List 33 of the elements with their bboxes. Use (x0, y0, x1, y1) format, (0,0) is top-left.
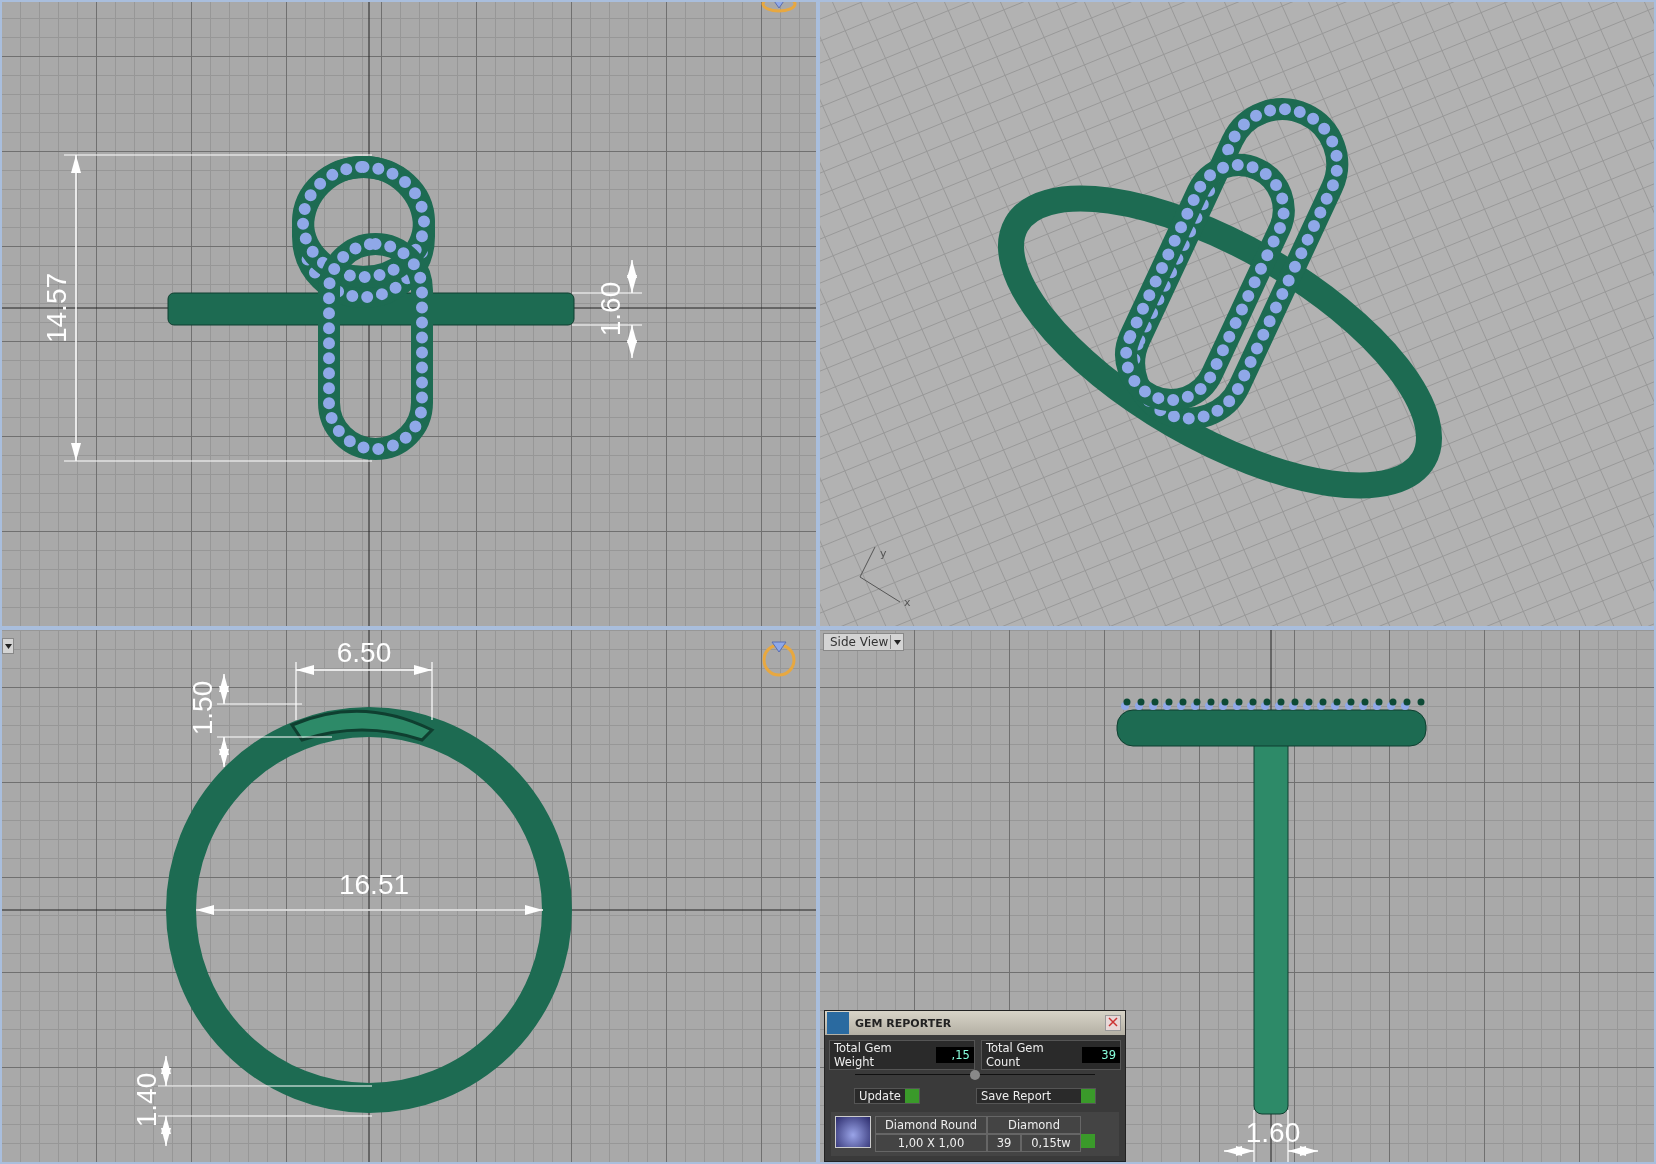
viewport[interactable]: y x (818, 0, 1656, 628)
dimension-label: 1.60 (595, 281, 626, 337)
collapse-handle[interactable] (970, 1069, 980, 1080)
dropdown-button[interactable] (2, 638, 14, 654)
report-button[interactable]: Save Report (975, 1088, 1096, 1104)
table-cell: 0,15tw (1021, 1134, 1081, 1152)
table-cell: Diamond (987, 1116, 1081, 1134)
report-button[interactable]: Update (854, 1088, 920, 1104)
total-weight-field: Total Gem Weight ,15 (829, 1040, 975, 1070)
dimension-arrow (627, 324, 637, 359)
dimension-arrow (219, 673, 229, 705)
dimension-arrow (219, 736, 229, 768)
close-button[interactable] (1105, 1015, 1121, 1031)
ring-icon[interactable] (761, 2, 797, 13)
caret-icon (893, 639, 901, 645)
table-cell: 39 (987, 1134, 1021, 1152)
table-cell: 1,00 X 1,00 (875, 1134, 987, 1152)
gem-row[interactable]: Diamond Round Diamond 1,00 X 1,00 39 0,15tw (831, 1112, 1119, 1156)
dimension-arrow (1287, 1146, 1319, 1156)
dimension-arrow (161, 1115, 171, 1147)
dimension-arrow (1223, 1146, 1255, 1156)
dimension-arrow (627, 259, 637, 294)
dimension-arrow (161, 1055, 171, 1087)
total-count-field: Total Gem Count 39 (980, 1040, 1121, 1070)
report-icon (827, 1012, 849, 1034)
view-selector[interactable]: Side View (823, 633, 905, 651)
dimension-label: 14.57 (41, 272, 72, 344)
caret-icon (4, 643, 12, 649)
gem-icon (835, 1116, 871, 1148)
panel-title: GEM REPORTER (855, 1016, 953, 1030)
table-cell: Diamond Round (875, 1116, 987, 1134)
dimension-label: 1.40 (131, 1072, 162, 1128)
dimension-label: 1.50 (187, 680, 218, 736)
